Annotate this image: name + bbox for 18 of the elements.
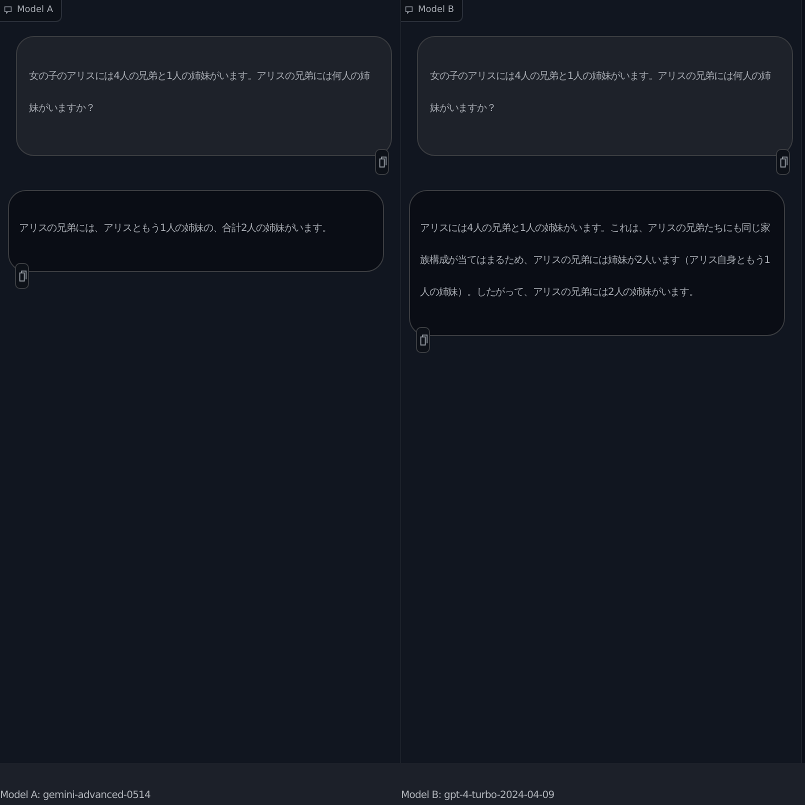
message-text: 女の子のアリスには4人の兄弟と1人の姉妹がいます。アリスの兄弟には何人の姉妹がいますか？ xyxy=(29,70,371,116)
model-name: Model A xyxy=(17,5,54,15)
copy-icon xyxy=(378,156,386,168)
copy-icon xyxy=(18,270,26,282)
copy-button[interactable] xyxy=(776,149,790,175)
copy-button[interactable] xyxy=(416,327,430,353)
copy-icon xyxy=(418,334,428,346)
message-text: 女の子のアリスには4人の兄弟と1人の姉妹がいます。アリスの兄弟には何人の姉妹がいますか？ xyxy=(430,70,772,116)
message-text: アリスには4人の兄弟と1人の姉妹がいます。これは、アリスの兄弟たちにも同じ家族構成が当てはまるため、アリスの兄弟には姉妹が2人います（アリス自身ともう1人の姉妹）。したがって、アリスの兄弟には2人の姉妹がいます。 xyxy=(420,222,770,300)
copy-button[interactable] xyxy=(15,263,29,289)
copy-button[interactable] xyxy=(375,149,389,175)
copy-icon xyxy=(778,156,788,168)
message-text: アリスの兄弟には、アリスともう1人の姉妹の、合計2人の姉妹がいます。 xyxy=(19,222,332,236)
chat-icon xyxy=(4,6,12,14)
model-name: Model B xyxy=(418,5,454,15)
chat-icon xyxy=(405,6,413,14)
model-info: Model A: gemini-advanced-0514 xyxy=(0,790,152,801)
model-info: Model B: gpt-4-turbo-2024-04-09 xyxy=(401,790,556,801)
